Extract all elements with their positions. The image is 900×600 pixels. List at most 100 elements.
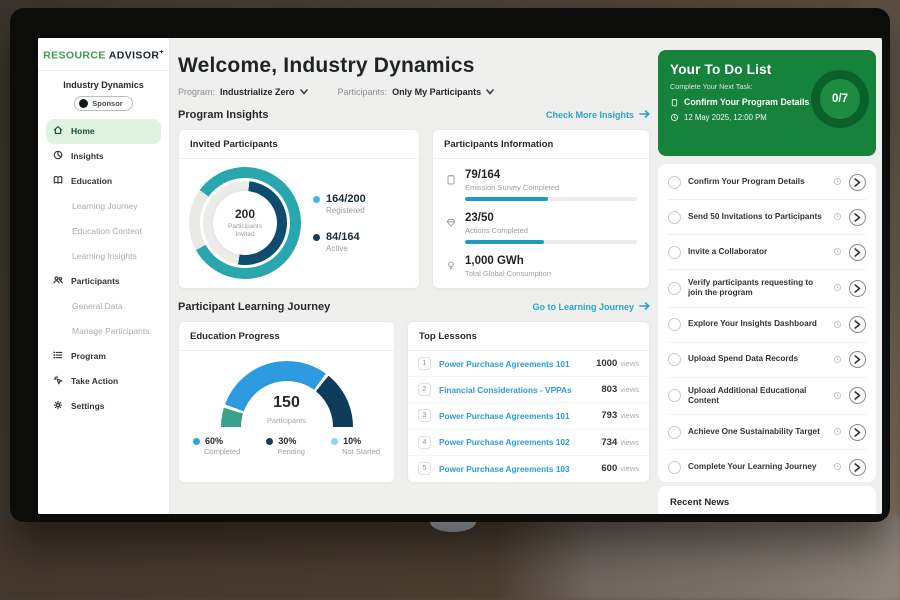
legend-completed: 60% Completed xyxy=(193,436,240,456)
task-row[interactable]: Send 50 Invitations to Participants xyxy=(668,200,866,235)
participants-dropdown[interactable]: Participants: Only My Participants xyxy=(338,87,495,97)
task-open-button[interactable] xyxy=(849,459,866,476)
lesson-title-link[interactable]: Power Purchase Agreements 102 xyxy=(439,437,601,447)
lesson-rank: 2 xyxy=(418,383,431,396)
check-more-insights-link[interactable]: Check More Insights xyxy=(546,110,650,120)
task-open-button[interactable] xyxy=(849,387,866,404)
progress-bar xyxy=(465,197,637,201)
task-row[interactable]: Achieve One Sustainability Target xyxy=(668,415,866,450)
lesson-row[interactable]: 2 Financial Considerations - VPPAs 803 v… xyxy=(408,377,649,403)
education-progress-card: Education Progress 150 Participants 60% … xyxy=(178,321,395,483)
sidebar-item-learning-insights[interactable]: Learning Insights xyxy=(38,244,169,269)
legend-pct: 30% xyxy=(278,436,296,446)
task-row[interactable]: Invite a Collaborator xyxy=(668,235,866,270)
sidebar-item-participants[interactable]: Participants xyxy=(38,269,169,294)
task-row[interactable]: Explore Your Insights Dashboard xyxy=(668,308,866,343)
task-open-button[interactable] xyxy=(849,209,866,226)
task-open-button[interactable] xyxy=(849,316,866,333)
app-logo: RESOURCE ADVISOR+ xyxy=(38,38,169,71)
insights-cards-row: Invited Participants 200 Participants In… xyxy=(178,129,650,289)
sidebar-item-label: Take Action xyxy=(71,376,118,386)
section-title: Participant Learning Journey xyxy=(178,301,330,313)
sidebar-item-program[interactable]: Program xyxy=(38,344,169,369)
gear-icon xyxy=(52,399,64,413)
task-row[interactable]: Confirm Your Program Details xyxy=(668,165,866,200)
task-checkbox[interactable] xyxy=(668,246,681,259)
lesson-row[interactable]: 4 Power Purchase Agreements 102 734 view… xyxy=(408,430,649,456)
sidebar-item-general-data[interactable]: General Data xyxy=(38,294,169,319)
task-list-panel: Confirm Your Program Details Send 50 Inv… xyxy=(658,164,876,482)
task-checkbox[interactable] xyxy=(668,282,681,295)
stat-label: Emission Survey Completed xyxy=(465,183,637,192)
task-checkbox[interactable] xyxy=(668,211,681,224)
card-title: Participants Information xyxy=(433,130,649,159)
sidebar-item-education[interactable]: Education xyxy=(38,169,169,194)
sponsor-badge[interactable]: Sponsor xyxy=(74,96,132,111)
task-row[interactable]: Upload Additional Educational Content xyxy=(668,378,866,416)
participants-value: Only My Participants xyxy=(392,87,481,97)
sidebar-item-label: Learning Insights xyxy=(72,251,137,261)
sidebar-item-manage-participants[interactable]: Manage Participants xyxy=(38,319,169,344)
registered-dot-icon xyxy=(313,196,320,203)
clock-icon xyxy=(833,351,842,369)
task-checkbox[interactable] xyxy=(668,389,681,402)
lesson-views: 600 xyxy=(601,463,617,474)
sidebar-item-label: Education Content xyxy=(72,226,142,236)
task-label: Achieve One Sustainability Target xyxy=(688,427,826,437)
task-open-button[interactable] xyxy=(849,424,866,441)
task-open-button[interactable] xyxy=(849,174,866,191)
learning-cards-row: Education Progress 150 Participants 60% … xyxy=(178,321,650,483)
registered-value: 164/200 xyxy=(326,193,366,205)
lesson-row[interactable]: 3 Power Purchase Agreements 101 793 view… xyxy=(408,403,649,429)
sidebar-item-label: Insights xyxy=(71,151,104,161)
lesson-title-link[interactable]: Power Purchase Agreements 101 xyxy=(439,359,596,369)
link-label: Go to Learning Journey xyxy=(532,302,634,312)
lesson-views: 793 xyxy=(601,410,617,421)
legend-pct: 10% xyxy=(343,436,361,446)
sidebar-item-insights[interactable]: Insights xyxy=(38,144,169,169)
sidebar-item-take-action[interactable]: Take Action xyxy=(38,369,169,394)
sidebar-item-education-content[interactable]: Education Content xyxy=(38,219,169,244)
program-dropdown[interactable]: Program: Industrialize Zero xyxy=(178,87,308,97)
card-title: Invited Participants xyxy=(179,130,419,159)
task-label: Invite a Collaborator xyxy=(688,247,826,257)
lesson-rank: 3 xyxy=(418,409,431,422)
sidebar-item-learning-journey[interactable]: Learning Journey xyxy=(38,194,169,219)
task-open-button[interactable] xyxy=(849,244,866,261)
lesson-row[interactable]: 1 Power Purchase Agreements 101 1000 vie… xyxy=(408,351,649,377)
active-dot-icon xyxy=(313,234,320,241)
todo-progress-ring: 0/7 xyxy=(811,70,869,128)
lesson-title-link[interactable]: Power Purchase Agreements 101 xyxy=(439,411,601,421)
lesson-title-link[interactable]: Power Purchase Agreements 103 xyxy=(439,464,601,474)
task-checkbox[interactable] xyxy=(668,461,681,474)
views-suffix: views xyxy=(620,464,639,473)
task-row[interactable]: Complete Your Learning Journey xyxy=(668,450,866,482)
invited-donut-chart: 200 Participants Invited 164/200 Registe… xyxy=(179,159,419,287)
monitor-bezel: RESOURCE ADVISOR+ Industry Dynamics Spon… xyxy=(10,8,890,522)
task-checkbox[interactable] xyxy=(668,353,681,366)
stat-global-consumption: 1,000 GWh Total Global Consumption xyxy=(445,255,637,278)
go-to-learning-journey-link[interactable]: Go to Learning Journey xyxy=(532,302,650,312)
lesson-views: 1000 xyxy=(596,358,617,369)
main-content: Welcome, Industry Dynamics Program: Indu… xyxy=(178,38,650,514)
right-panel: Your To Do List Complete Your Next Task:… xyxy=(658,38,876,514)
task-row[interactable]: Verify participants requesting to join t… xyxy=(668,270,866,308)
completed-dot-icon xyxy=(193,438,200,445)
todo-next-task: Confirm Your Program Details xyxy=(684,97,809,107)
registered-label: Registered xyxy=(326,206,366,215)
lesson-views: 803 xyxy=(601,384,617,395)
lesson-title-link[interactable]: Financial Considerations - VPPAs xyxy=(439,385,601,395)
lesson-row[interactable]: 5 Power Purchase Agreements 103 600 view… xyxy=(408,456,649,482)
task-open-button[interactable] xyxy=(849,351,866,368)
views-suffix: views xyxy=(620,359,639,368)
sidebar-item-home[interactable]: Home xyxy=(46,119,161,144)
task-row[interactable]: Upload Spend Data Records xyxy=(668,343,866,378)
task-checkbox[interactable] xyxy=(668,176,681,189)
task-checkbox[interactable] xyxy=(668,318,681,331)
task-checkbox[interactable] xyxy=(668,426,681,439)
sidebar-item-settings[interactable]: Settings xyxy=(38,394,169,419)
sidebar-item-label: Participants xyxy=(71,276,120,286)
task-open-button[interactable] xyxy=(849,280,866,297)
recent-news-title: Recent News xyxy=(670,497,864,508)
clock-icon xyxy=(833,279,842,297)
